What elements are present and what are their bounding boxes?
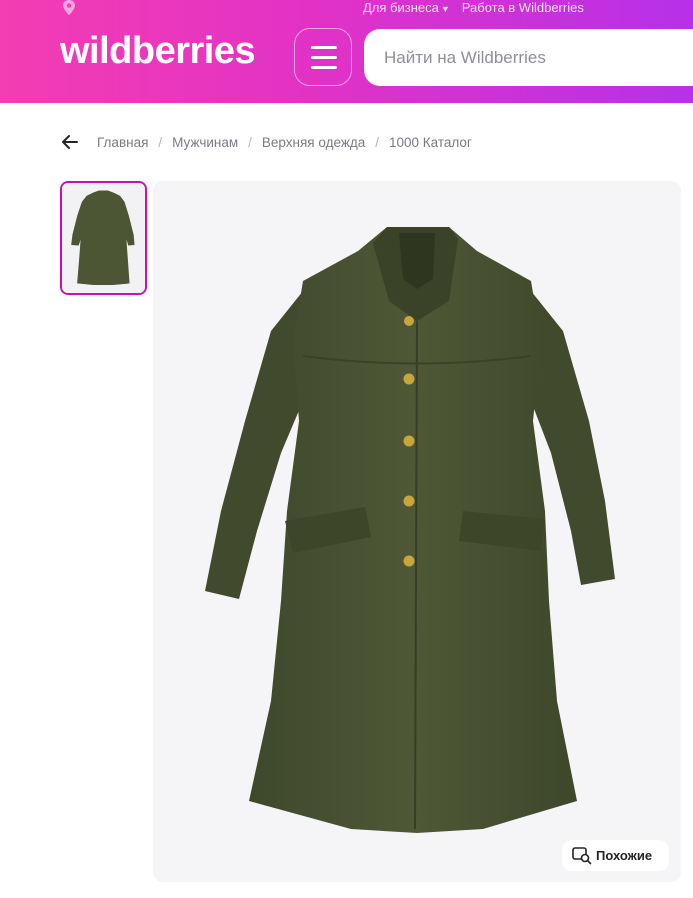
work-link[interactable]: Работа в Wildberries: [462, 0, 584, 15]
top-links: Для бизнеса ▼ Работа в Wildberries: [363, 0, 584, 15]
coat-thumbnail-image: [62, 183, 145, 293]
coat-image: [153, 181, 681, 882]
back-arrow-icon[interactable]: [60, 132, 80, 152]
breadcrumb-item-outerwear[interactable]: Верхняя одежда: [262, 135, 365, 150]
breadcrumb-item-men[interactable]: Мужчинам: [172, 135, 238, 150]
breadcrumb: Главная / Мужчинам / Верхняя одежда / 10…: [60, 130, 472, 154]
similar-button-label: Похожие: [596, 848, 653, 863]
business-link[interactable]: Для бизнеса ▼: [363, 0, 450, 15]
breadcrumb-separator: /: [375, 134, 379, 150]
menu-button[interactable]: [294, 28, 352, 86]
product-main-image[interactable]: [153, 181, 681, 882]
similar-button[interactable]: Похожие: [562, 840, 669, 871]
product-thumbnail[interactable]: [60, 181, 147, 295]
breadcrumb-item-catalog[interactable]: 1000 Каталог: [389, 135, 472, 150]
breadcrumb-item-home[interactable]: Главная: [97, 135, 148, 150]
search-input[interactable]: [384, 47, 664, 68]
chevron-down-icon: ▼: [440, 4, 450, 14]
header: Для бизнеса ▼ Работа в Wildberries wildbe…: [0, 0, 693, 103]
breadcrumb-separator: /: [158, 134, 163, 150]
location-icon[interactable]: [62, 0, 76, 16]
search-bar[interactable]: [364, 29, 693, 86]
breadcrumb-separator: /: [248, 134, 252, 150]
menu-icon: [311, 46, 337, 49]
logo[interactable]: wildberries: [60, 30, 256, 73]
similar-search-icon: [572, 846, 592, 864]
business-link-label: Для бизнеса: [363, 0, 439, 15]
